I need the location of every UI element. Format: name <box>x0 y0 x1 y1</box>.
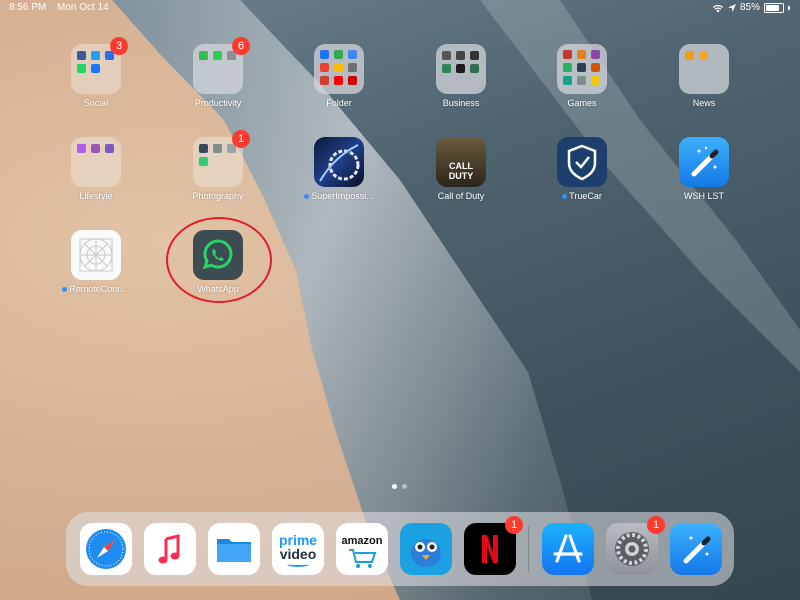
wifi-icon <box>712 4 724 12</box>
dock-prime-video[interactable]: prime video <box>272 523 324 575</box>
app-truecar[interactable]: TrueCar <box>542 137 622 201</box>
folder-icon <box>314 44 364 94</box>
lifestyle-folder-icon <box>71 137 121 187</box>
dock-safari[interactable] <box>80 523 132 575</box>
badge: 6 <box>232 37 250 55</box>
wsh-lst-icon <box>679 137 729 187</box>
app-photography[interactable]: 1 Photography <box>178 130 258 201</box>
dock: prime video amazon 1 1 <box>66 512 734 586</box>
dock-separator <box>528 526 529 572</box>
business-folder-icon <box>436 44 486 94</box>
app-label: Call of Duty <box>437 191 485 201</box>
remote-conn-icon <box>71 230 121 280</box>
files-icon <box>217 539 251 562</box>
app-label: Business <box>442 98 480 108</box>
status-date: Mon Oct 14 <box>57 2 109 13</box>
badge: 3 <box>110 37 128 55</box>
app-business[interactable]: Business <box>421 44 501 108</box>
amazon-icon: amazon <box>336 535 388 574</box>
photography-folder-icon: 1 <box>193 130 250 187</box>
new-app-dot <box>562 194 568 200</box>
app-label: Social <box>83 98 109 108</box>
productivity-folder-icon: 6 <box>193 37 250 94</box>
app-callofduty[interactable]: CALL DUTY Call of Duty <box>421 137 501 201</box>
music-icon <box>158 534 180 564</box>
app-remoteconn[interactable]: RemoteConn... <box>56 230 136 294</box>
prime-video-icon: prime video <box>272 533 324 567</box>
social-folder-icon: 3 <box>71 37 128 94</box>
page-dot <box>392 484 397 489</box>
dock-wsh-lst[interactable] <box>670 523 722 575</box>
dock-netflix[interactable]: 1 <box>464 516 523 575</box>
dock-tweetbot[interactable] <box>400 523 452 575</box>
dock-music[interactable] <box>144 523 196 575</box>
app-label: Productivity <box>194 98 242 108</box>
status-time: 8:56 PM <box>9 2 47 13</box>
app-label: Lifestyle <box>79 191 113 201</box>
safari-icon <box>86 529 126 569</box>
app-label: RemoteConn... <box>56 284 136 294</box>
location-arrow-icon <box>727 4 736 12</box>
app-label: News <box>692 98 716 108</box>
games-folder-icon <box>557 44 607 94</box>
badge: 1 <box>647 516 665 534</box>
tweetbot-icon <box>411 539 441 567</box>
wsh-lst-icon <box>683 536 711 564</box>
badge: 1 <box>505 516 523 534</box>
app-games[interactable]: Games <box>542 44 622 108</box>
battery-percent: 85% <box>739 2 760 13</box>
battery-level <box>766 5 780 11</box>
app-label: Folder <box>326 98 352 108</box>
status-bar: 8:56 PM Mon Oct 14 85% <box>0 0 800 16</box>
app-label: Games <box>567 98 597 108</box>
dock-app-store[interactable] <box>542 523 594 575</box>
battery-icon <box>764 3 784 13</box>
page-indicator[interactable] <box>392 484 407 489</box>
app-lifestyle[interactable]: Lifestyle <box>56 137 136 201</box>
dock-settings[interactable]: 1 <box>606 516 665 575</box>
new-app-dot <box>304 194 310 200</box>
app-label: WSH LST <box>683 191 724 201</box>
app-news[interactable]: News <box>664 44 744 108</box>
new-app-dot <box>62 287 68 293</box>
highlight-circle <box>166 217 272 303</box>
call-of-duty-icon: CALL DUTY <box>436 137 486 187</box>
superimpose-icon <box>314 137 364 187</box>
app-label: TrueCar <box>542 191 622 201</box>
page-dot <box>402 484 407 489</box>
app-folder[interactable]: Folder <box>299 44 379 108</box>
app-productivity[interactable]: 6 Productivity <box>178 37 258 108</box>
app-wshlst[interactable]: WSH LST <box>664 137 744 201</box>
app-superimpose[interactable]: SuperImpossi... <box>299 137 379 201</box>
app-label: SuperImpossi... <box>299 191 379 201</box>
truecar-icon <box>557 137 607 187</box>
dock-files[interactable] <box>208 523 260 575</box>
dock-amazon[interactable]: amazon <box>336 523 388 575</box>
news-folder-icon <box>679 44 729 94</box>
app-label: Photography <box>192 191 244 201</box>
badge: 1 <box>232 130 250 148</box>
app-store-icon <box>553 534 583 563</box>
app-social[interactable]: 3 Social <box>56 37 136 108</box>
